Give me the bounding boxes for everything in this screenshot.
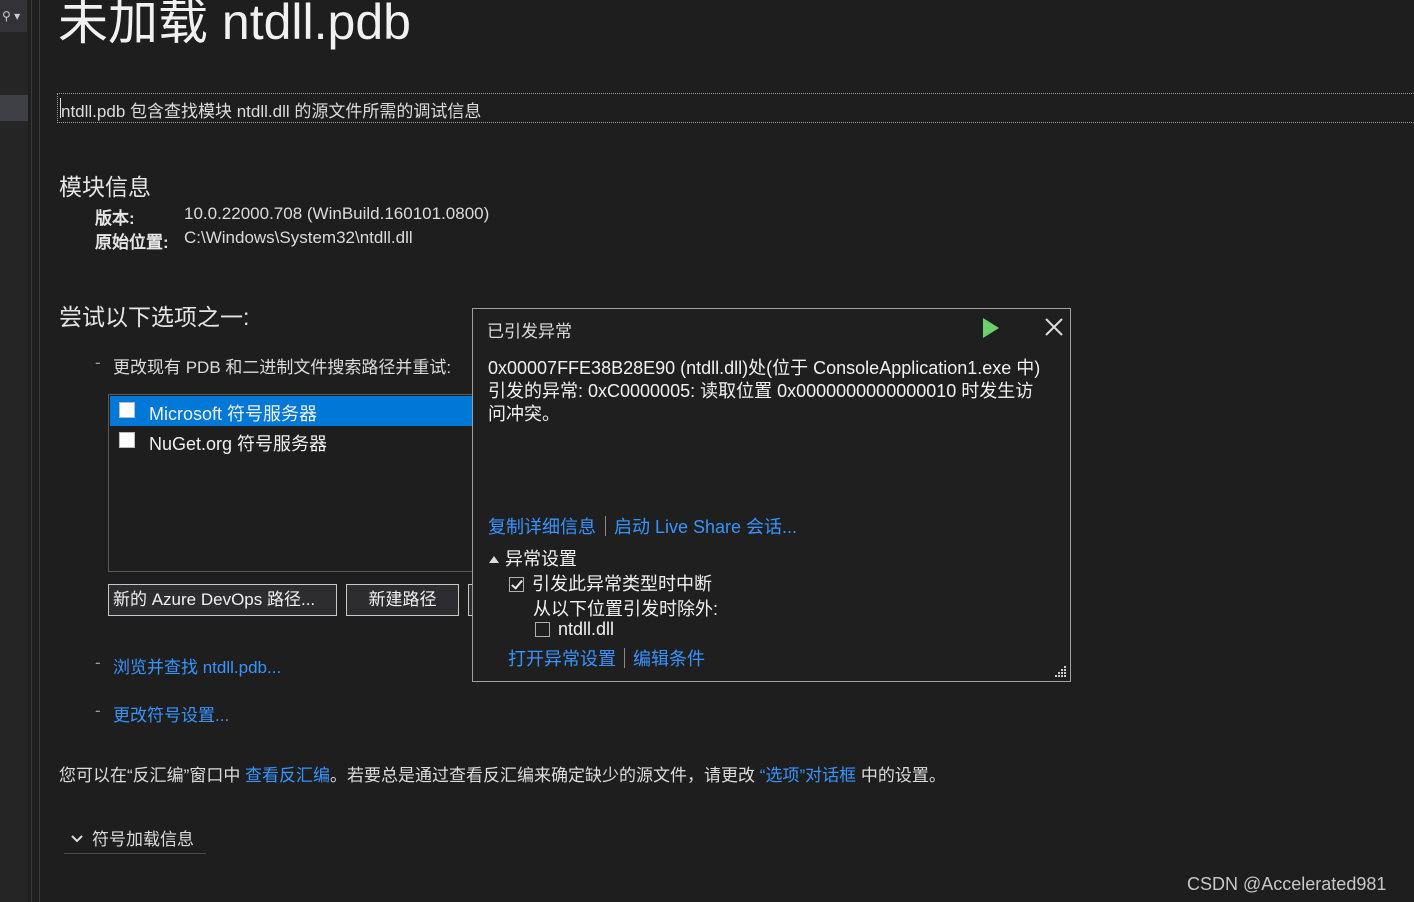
list-item-nuget-server[interactable]: NuGet.org 符号服务器 [110,426,480,456]
list-item-microsoft-server[interactable]: Microsoft 符号服务器 [110,396,480,426]
symbol-server-list[interactable]: Microsoft 符号服务器 NuGet.org 符号服务器 [108,394,490,572]
symbol-load-label: 符号加载信息 [92,830,194,849]
gutter-selected-tab[interactable] [0,95,28,121]
exception-popup[interactable]: 已引发异常 0x00007FFE38B28E90 (ntdll.dll)处(位于… [472,308,1071,682]
copy-details-link[interactable]: 复制详细信息 [488,517,596,537]
new-azure-devops-path-button[interactable]: 新的 Azure DevOps 路径... [108,584,337,616]
disasm-text: 您可以在“反汇编”窗口中 [59,766,246,785]
separator [624,648,625,668]
chevron-down-icon [71,835,83,843]
close-icon[interactable] [1043,316,1065,338]
module-label: ntdll.dll [558,619,615,639]
options-dialog-link[interactable]: “选项”对话框 [760,766,856,785]
popup-actions: 复制详细信息 启动 Live Share 会话... [488,513,797,539]
page-title: 未加载 ntdll.pdb [58,0,411,50]
divider [64,853,206,854]
break-on-exception-option[interactable]: 引发此异常类型时中断 [509,570,712,596]
break-checkbox[interactable] [509,577,524,592]
continue-play-icon[interactable] [981,317,1001,339]
view-disassembly-link[interactable]: 查看反汇编 [245,766,330,785]
version-value: 10.0.22000.708 (WinBuild.160101.0800) [184,204,490,223]
checkbox[interactable] [119,432,135,448]
except-label: 从以下位置引发时除外: [533,599,718,619]
module-info-heading: 模块信息 [59,174,151,200]
bullet-dash: - [95,653,101,672]
exception-message: 0x00007FFE38B28E90 (ntdll.dll)处(位于 Conso… [488,358,1041,424]
break-label: 引发此异常类型时中断 [532,574,712,594]
edit-conditions-link[interactable]: 编辑条件 [633,649,705,669]
search-dropdown-button[interactable]: ⚲ ▾ [0,0,27,32]
ntdll-checkbox[interactable] [535,622,550,637]
popup-footer-links: 打开异常设置 编辑条件 [508,645,705,671]
section-label: 异常设置 [505,549,577,569]
checkbox[interactable] [119,402,135,418]
collapse-triangle-icon [489,556,499,563]
watermark: CSDN @Accelerated981 [1187,874,1387,894]
open-exception-settings-link[interactable]: 打开异常设置 [508,649,616,669]
divider [39,0,40,902]
server-label: NuGet.org 符号服务器 [149,434,328,454]
symbol-settings-link[interactable]: 更改符号设置... [113,701,229,726]
exception-settings-toggle[interactable]: 异常设置 [489,545,577,571]
left-gutter [0,0,28,902]
options-heading: 尝试以下选项之一: [59,304,250,330]
symbol-load-expander[interactable]: 符号加载信息 [70,825,194,850]
divider [31,0,32,902]
separator [605,516,606,536]
location-value: C:\Windows\System32\ntdll.dll [184,228,413,247]
disasm-text: 中的设置。 [856,766,946,785]
browse-pdb-link[interactable]: 浏览并查找 ntdll.pdb... [113,653,281,678]
ntdll-exclusion-option[interactable]: ntdll.dll [535,619,614,640]
bullet-dash: - [95,701,101,720]
disassembly-note: 您可以在“反汇编”窗口中 查看反汇编。若要总是通过查看反汇编来确定缺少的源文件，… [59,761,946,786]
resize-grip-icon[interactable] [1053,664,1067,678]
version-label: 版本: [95,209,135,228]
new-path-button[interactable]: 新建路径 [346,584,459,616]
live-share-link[interactable]: 启动 Live Share 会话... [614,517,797,537]
disasm-text: 。若要总是通过查看反汇编来确定缺少的源文件，请更改 [330,766,760,785]
description-text: ntdll.pdb 包含查找模块 ntdll.dll 的源文件所需的调试信息 [61,102,482,121]
location-label: 原始位置: [95,233,169,252]
change-paths-text: 更改现有 PDB 和二进制文件搜索路径并重试: [113,358,452,377]
server-label: Microsoft 符号服务器 [149,404,318,424]
popup-title: 已引发异常 [487,322,572,341]
bullet-dash: - [95,353,101,372]
